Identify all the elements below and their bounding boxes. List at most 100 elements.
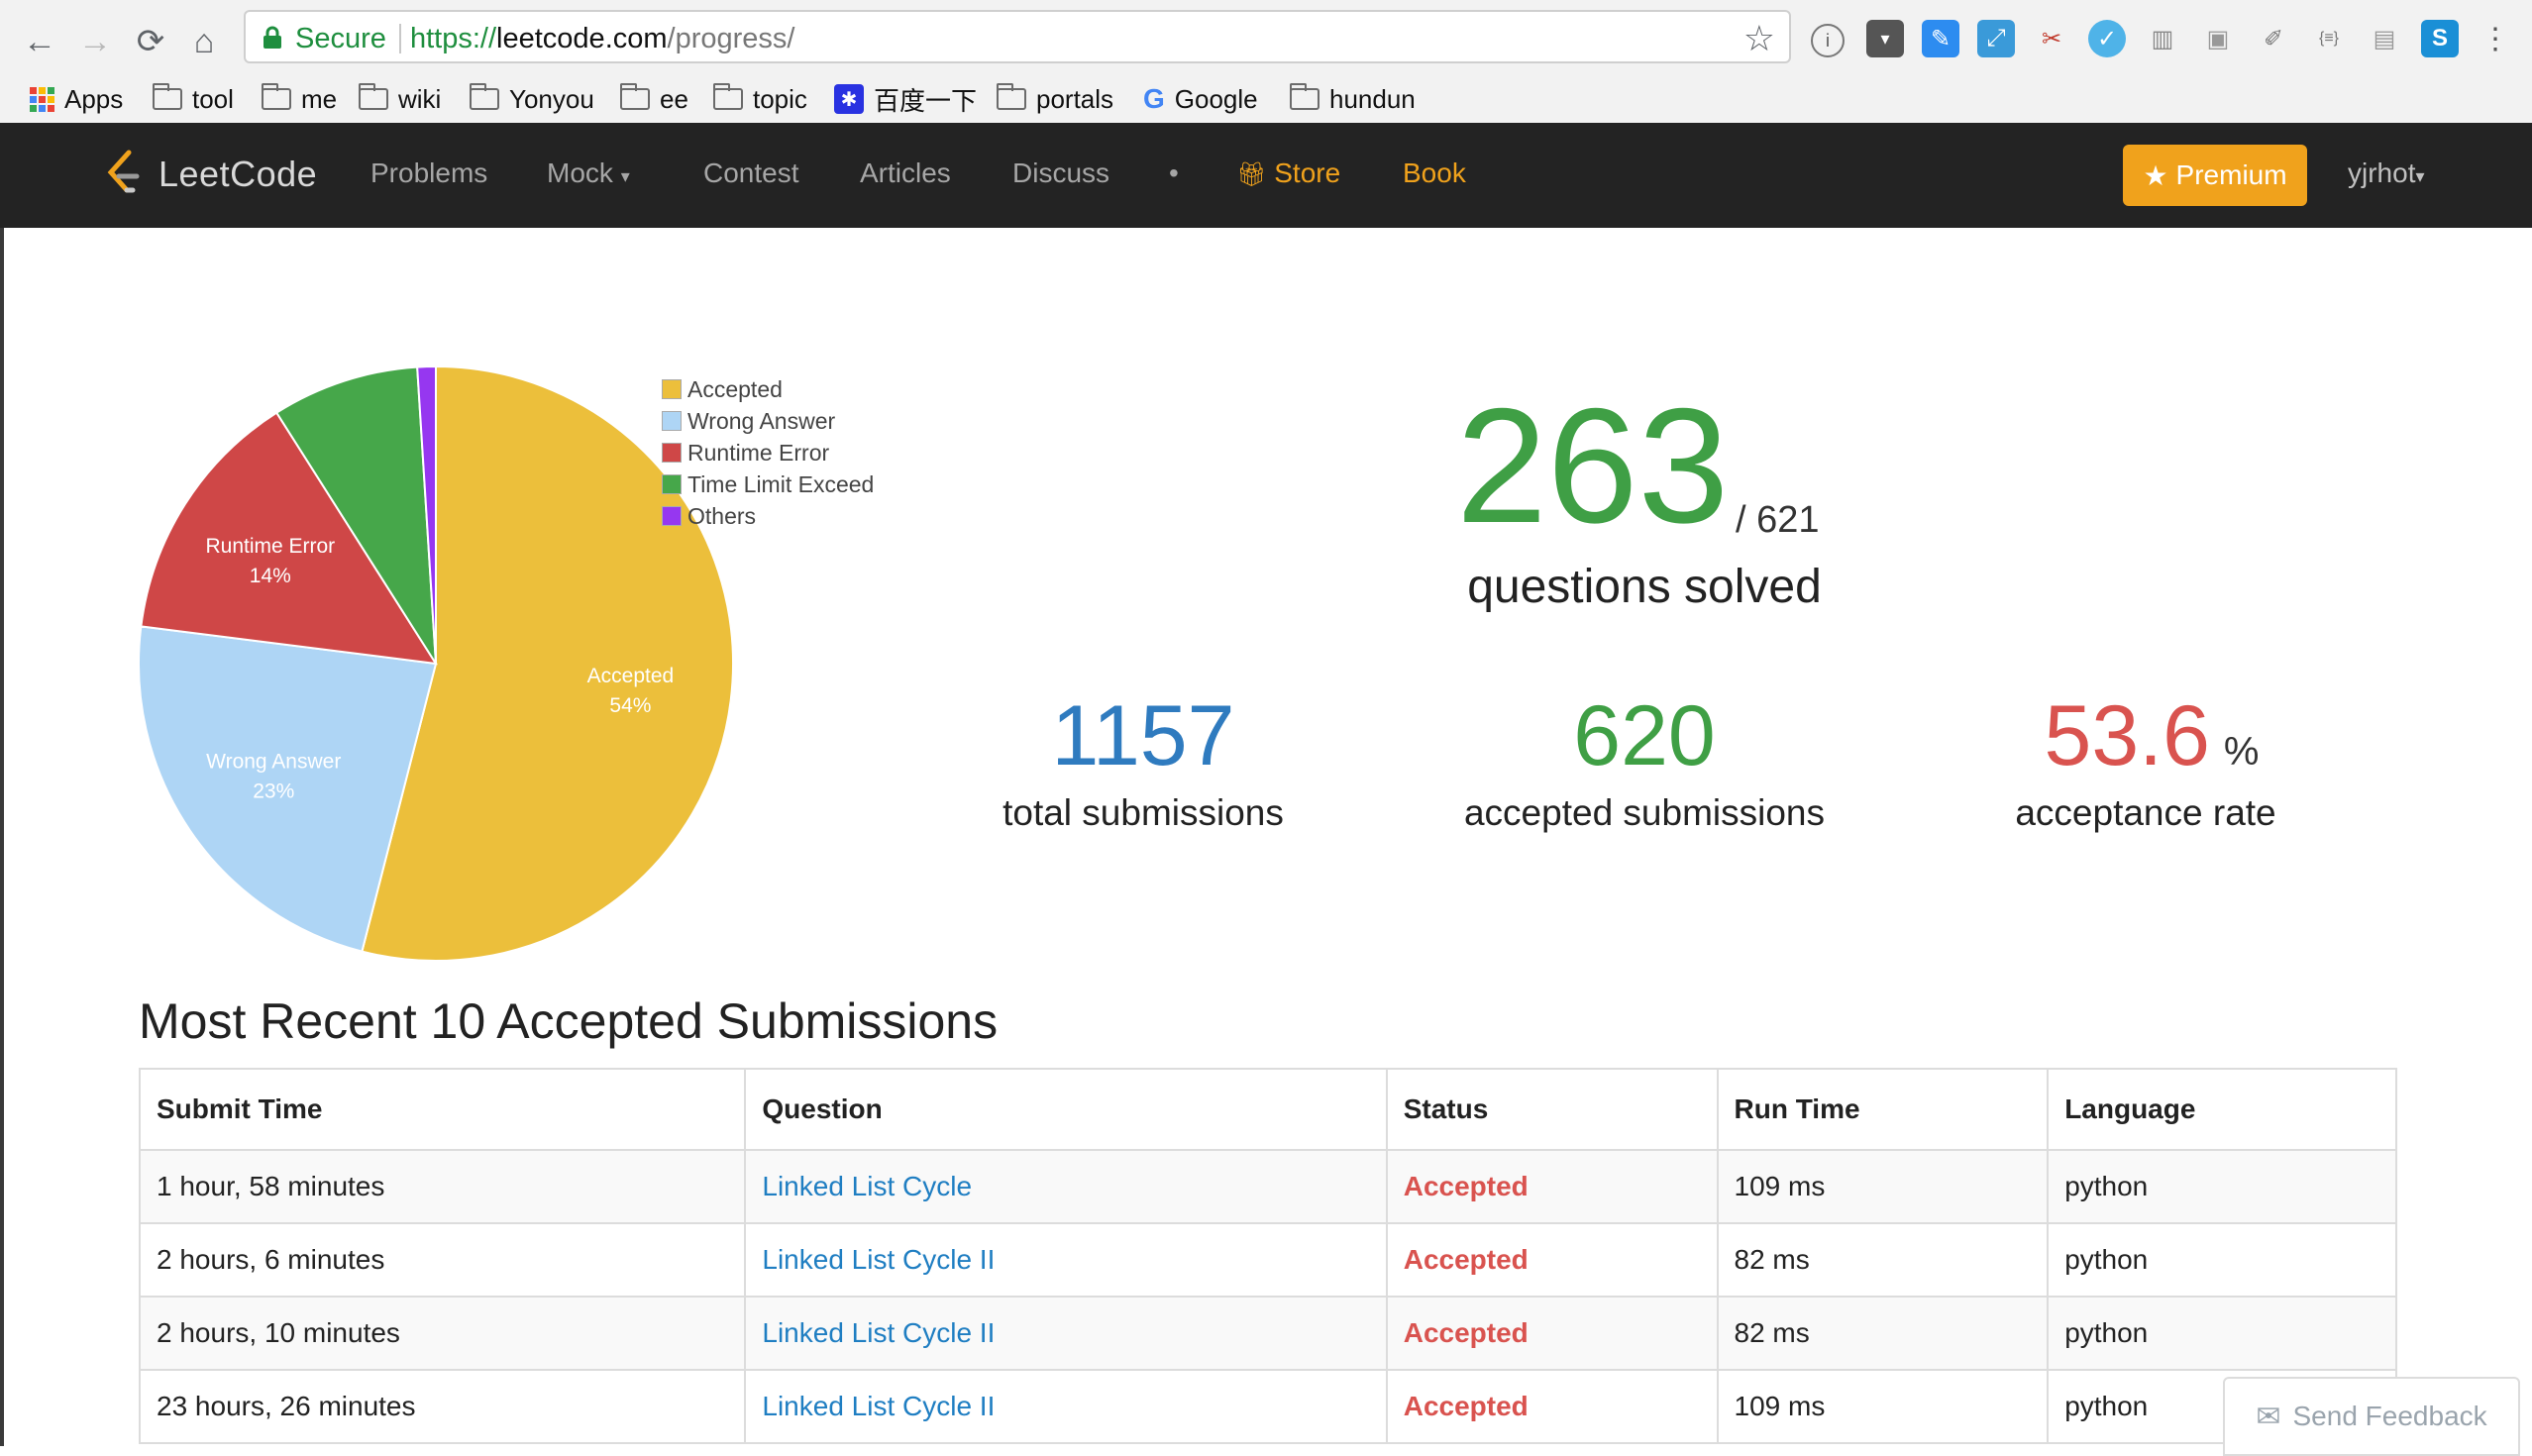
lock-icon <box>264 26 281 49</box>
bookmark-google[interactable]: G Google <box>1143 79 1258 119</box>
question-cell: Linked List Cycle II <box>744 1296 1388 1371</box>
bookmark-label: 百度一下 <box>874 85 978 116</box>
google-g-icon: G <box>1143 83 1165 114</box>
table-row: 1 hour, 58 minutes Linked List Cycle Acc… <box>138 1149 2397 1224</box>
pie-slice-label: 14% <box>250 565 291 587</box>
leetcode-logo[interactable]: LeetCode <box>103 145 317 204</box>
nav-contest[interactable]: Contest <box>703 157 799 189</box>
legend-swatch <box>662 443 682 463</box>
legend-item-wrong-answer[interactable]: Wrong Answer <box>662 407 835 435</box>
recent-submissions-heading: Most Recent 10 Accepted Submissions <box>139 993 999 1049</box>
bookmark-label: hundun <box>1329 83 1416 114</box>
pie-slice-label: 54% <box>609 694 651 717</box>
pen-extension-icon[interactable]: ✎ <box>1922 20 1959 57</box>
site-navbar: LeetCode Problems Mock ▾ Contest Article… <box>0 123 2532 228</box>
status-cell: Accepted <box>1385 1369 1719 1444</box>
nav-mock-label: Mock <box>547 157 613 188</box>
bookmark-topic[interactable]: topic <box>713 79 807 119</box>
leetcode-logo-icon <box>107 150 140 193</box>
premium-label: Premium <box>2175 159 2287 190</box>
reader-icon[interactable]: ▤ <box>2366 20 2403 57</box>
screenshot-icon[interactable]: ▣ <box>2199 20 2237 57</box>
bookmark-label: me <box>301 83 338 114</box>
solved-count: 263 <box>1456 374 1730 557</box>
info-extension-icon[interactable]: i <box>1811 24 1845 57</box>
bookmark-star-icon[interactable]: ☆ <box>1743 18 1775 59</box>
pencil-icon[interactable]: ✐ <box>2255 20 2292 57</box>
caret-down-icon: ▾ <box>2415 166 2425 186</box>
nav-problems[interactable]: Problems <box>370 157 487 189</box>
solved-label: questions solved <box>1467 561 1822 613</box>
legend-item-others[interactable]: Others <box>662 502 756 530</box>
column-header: Language <box>2047 1068 2397 1151</box>
question-link[interactable]: Linked List Cycle II <box>762 1244 995 1275</box>
legend-label: Time Limit Exceed <box>687 470 875 497</box>
secure-label: Secure <box>295 23 386 54</box>
bookmark-hundun[interactable]: hundun <box>1290 79 1416 119</box>
nav-store-label: Store <box>1274 157 1341 188</box>
user-menu[interactable]: yjrhot▾ <box>2348 157 2425 189</box>
status-link[interactable]: Accepted <box>1404 1244 1529 1275</box>
home-icon[interactable]: ⌂ <box>182 20 226 63</box>
url-host: leetcode.com <box>496 23 668 54</box>
language-cell: python <box>2047 1296 2397 1371</box>
pocket-icon[interactable]: ▾ <box>1866 20 1904 57</box>
premium-button[interactable]: ★ Premium <box>2123 145 2307 206</box>
submit-time-cell: 1 hour, 58 minutes <box>138 1149 747 1224</box>
vimium-icon[interactable]: ✓ <box>2088 20 2126 57</box>
bookmark-yonyou[interactable]: Yonyou <box>470 79 594 119</box>
folder-icon <box>359 83 388 110</box>
s-extension-icon[interactable]: S <box>2421 20 2459 57</box>
folder-icon <box>713 83 743 110</box>
legend-label: Others <box>687 502 757 529</box>
bookmark-me[interactable]: me <box>262 79 337 119</box>
menu-dots-icon[interactable]: ⋮ <box>2477 20 2514 57</box>
nav-store[interactable]: 🎁︎ Store <box>1236 157 1340 189</box>
nav-discuss[interactable]: Discuss <box>1012 157 1109 189</box>
question-link[interactable]: Linked List Cycle II <box>762 1317 995 1348</box>
status-cell: Accepted <box>1385 1222 1719 1298</box>
nav-articles[interactable]: Articles <box>860 157 951 189</box>
legend-swatch <box>662 379 682 399</box>
folder-icon <box>620 83 650 110</box>
nav-book[interactable]: Book <box>1403 157 1466 189</box>
legend-item-time-limit[interactable]: Time Limit Exceed <box>662 470 874 498</box>
question-cell: Linked List Cycle II <box>744 1369 1388 1444</box>
question-link[interactable]: Linked List Cycle <box>762 1171 972 1201</box>
column-header: Run Time <box>1716 1068 2050 1151</box>
resize-extension-icon[interactable]: ⤢ <box>1977 20 2015 57</box>
address-bar[interactable]: Secure https://leetcode.com/progress/ ☆ <box>244 10 1791 63</box>
json-viewer-icon[interactable]: {≡} <box>2310 20 2348 57</box>
bookmark-ee[interactable]: ee <box>620 79 688 119</box>
legend-item-runtime-error[interactable]: Runtime Error <box>662 439 829 467</box>
bookmark-wiki[interactable]: wiki <box>359 79 441 119</box>
caret-down-icon: ▾ <box>620 166 630 186</box>
status-cell: Accepted <box>1385 1296 1719 1371</box>
forward-arrow-icon[interactable]: → <box>73 20 117 63</box>
table-header-row: Submit Time Question Status Run Time Lan… <box>138 1068 2397 1151</box>
nav-mock[interactable]: Mock ▾ <box>547 157 630 189</box>
panel-icon[interactable]: ▥ <box>2144 20 2181 57</box>
bookmark-tool[interactable]: tool <box>153 79 234 119</box>
bookmark-apps[interactable]: Apps <box>30 79 123 119</box>
question-cell: Linked List Cycle <box>744 1149 1388 1224</box>
status-link[interactable]: Accepted <box>1404 1171 1529 1201</box>
bookmark-baidu[interactable]: ✱ 百度一下 <box>834 79 977 119</box>
send-feedback-button[interactable]: ✉ Send Feedback <box>2223 1377 2520 1456</box>
column-header: Submit Time <box>138 1068 747 1151</box>
submit-time-cell: 2 hours, 10 minutes <box>138 1296 747 1371</box>
status-link[interactable]: Accepted <box>1404 1317 1529 1348</box>
folder-icon <box>997 83 1026 110</box>
bookmark-label: Yonyou <box>509 83 594 114</box>
back-arrow-icon[interactable]: ← <box>18 20 61 63</box>
bookmark-portals[interactable]: portals <box>997 79 1113 119</box>
browser-toolbar: ← → ⟳ ⌂ Secure https://leetcode.com/prog… <box>0 0 2532 81</box>
question-link[interactable]: Linked List Cycle II <box>762 1391 995 1421</box>
scissors-icon[interactable]: ✂ <box>2033 20 2070 57</box>
pie-slice-label: 23% <box>253 780 294 802</box>
legend-item-accepted[interactable]: Accepted <box>662 375 783 403</box>
url-text[interactable]: https://leetcode.com/progress/ <box>410 23 795 55</box>
reload-icon[interactable]: ⟳ <box>129 20 172 63</box>
status-link[interactable]: Accepted <box>1404 1391 1529 1421</box>
gift-icon: 🎁︎ <box>1236 161 1267 188</box>
